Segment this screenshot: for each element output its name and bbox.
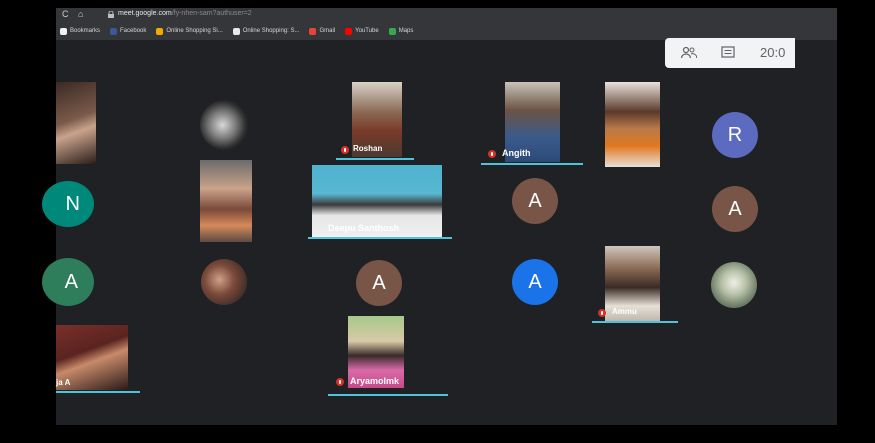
participant-name: Deepu Santhosh — [328, 223, 400, 233]
people-icon[interactable] — [681, 46, 697, 60]
participant-avatar[interactable]: A — [512, 178, 558, 224]
letterbox-top — [0, 0, 875, 8]
participant-avatar[interactable]: N — [42, 181, 94, 227]
letterbox-right — [837, 0, 875, 443]
bookmark-item[interactable]: Facebook — [110, 27, 147, 35]
clock-text: 20:0 — [760, 45, 786, 60]
letterbox-left — [0, 0, 56, 443]
bookmark-label: Gmail — [319, 28, 336, 34]
bookmark-label: Maps — [398, 28, 414, 34]
lock-icon — [108, 11, 114, 18]
bookmark-item[interactable]: Gmail — [309, 27, 336, 35]
speaking-indicator — [481, 163, 583, 165]
star-icon — [60, 27, 67, 35]
gmail-icon — [309, 27, 317, 35]
bookmark-label: Online Shopping Si... — [166, 28, 223, 34]
participant-name: Angith — [502, 148, 531, 158]
participant-video[interactable] — [711, 262, 757, 308]
mic-muted-icon — [598, 309, 606, 317]
participant-avatar[interactable]: R — [712, 112, 758, 158]
speaking-indicator — [308, 237, 452, 239]
participant-video[interactable] — [200, 160, 252, 242]
participant-video[interactable] — [605, 82, 660, 167]
home-icon[interactable]: ⌂ — [78, 9, 83, 19]
speaking-indicator — [336, 158, 414, 160]
mic-muted-icon — [336, 378, 344, 386]
bookmark-label: Facebook — [120, 28, 147, 34]
participant-name: Roshan — [353, 144, 383, 153]
shopping-icon — [156, 27, 164, 35]
participant-avatar[interactable]: A — [356, 260, 402, 306]
speaking-indicator — [328, 394, 448, 396]
chat-icon[interactable] — [721, 46, 735, 60]
speaking-indicator — [56, 391, 140, 393]
bookmark-item[interactable]: Online Shopping: S... — [232, 27, 300, 35]
participant-avatar[interactable]: A — [42, 258, 94, 306]
speaking-indicator — [592, 321, 678, 323]
url-host: meet.google.com — [118, 10, 172, 17]
bookmark-item[interactable]: Bookmarks — [60, 27, 101, 35]
reload-icon[interactable]: C — [62, 9, 69, 19]
bookmark-label: YouTube — [355, 28, 379, 34]
participant-name: Aryamolmk — [350, 376, 400, 386]
participant-name: Ammu — [612, 307, 637, 316]
bookmark-item[interactable]: Online Shopping Si... — [156, 27, 223, 35]
maps-icon — [388, 27, 396, 35]
mic-muted-icon — [341, 146, 349, 154]
participant-video[interactable] — [201, 259, 247, 305]
participant-name: ja A — [56, 378, 71, 387]
facebook-icon — [110, 27, 118, 35]
participant-video[interactable] — [56, 82, 96, 164]
bookmark-label: Bookmarks — [70, 28, 101, 34]
participant-video[interactable] — [200, 100, 250, 150]
url-text[interactable]: meet.google.com/fy-nhen-sam?authuser=2 — [118, 10, 252, 17]
bookmark-label: Online Shopping: S... — [242, 28, 300, 34]
shopping-bag-icon — [232, 27, 240, 35]
participant-avatar[interactable]: A — [512, 259, 558, 305]
screen: C ⌂ meet.google.com/fy-nhen-sam?authuser… — [0, 0, 875, 443]
letterbox-bottom — [0, 425, 875, 443]
youtube-icon — [345, 27, 353, 35]
address-bar[interactable]: C ⌂ meet.google.com/fy-nhen-sam?authuser… — [56, 8, 837, 22]
url-path: /fy-nhen-sam?authuser=2 — [171, 10, 252, 17]
bookmark-item[interactable]: Maps — [388, 27, 414, 35]
bookmark-item[interactable]: YouTube — [345, 27, 379, 35]
mic-muted-icon — [488, 150, 496, 158]
participant-avatar[interactable]: A — [712, 186, 758, 232]
